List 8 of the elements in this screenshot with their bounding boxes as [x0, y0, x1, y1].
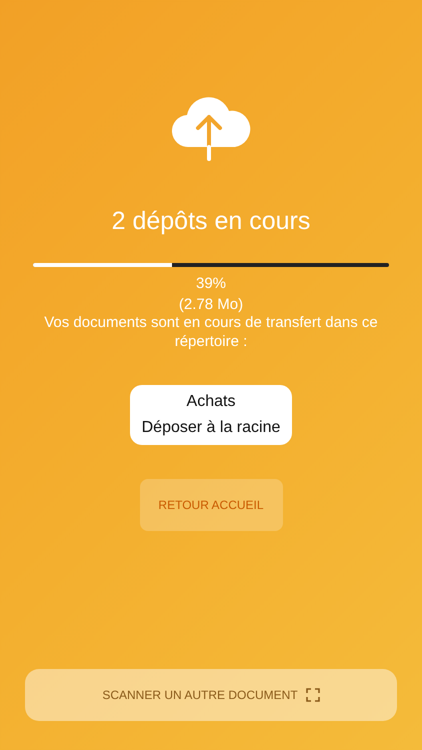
- transfer-message: Vos documents sont en cours de transfert dans ce répertoire :: [43, 313, 379, 351]
- scan-icon: [306, 688, 320, 702]
- progress-size: (2.78 Mo): [178, 296, 244, 313]
- scan-button[interactable]: SCANNER UN AUTRE DOCUMENT: [25, 669, 397, 721]
- folder-action: Déposer à la racine: [142, 418, 280, 438]
- upload-title: 2 dépôts en cours: [112, 207, 310, 236]
- folder-name: Achats: [186, 392, 236, 412]
- progress-percent: 39%: [196, 275, 226, 292]
